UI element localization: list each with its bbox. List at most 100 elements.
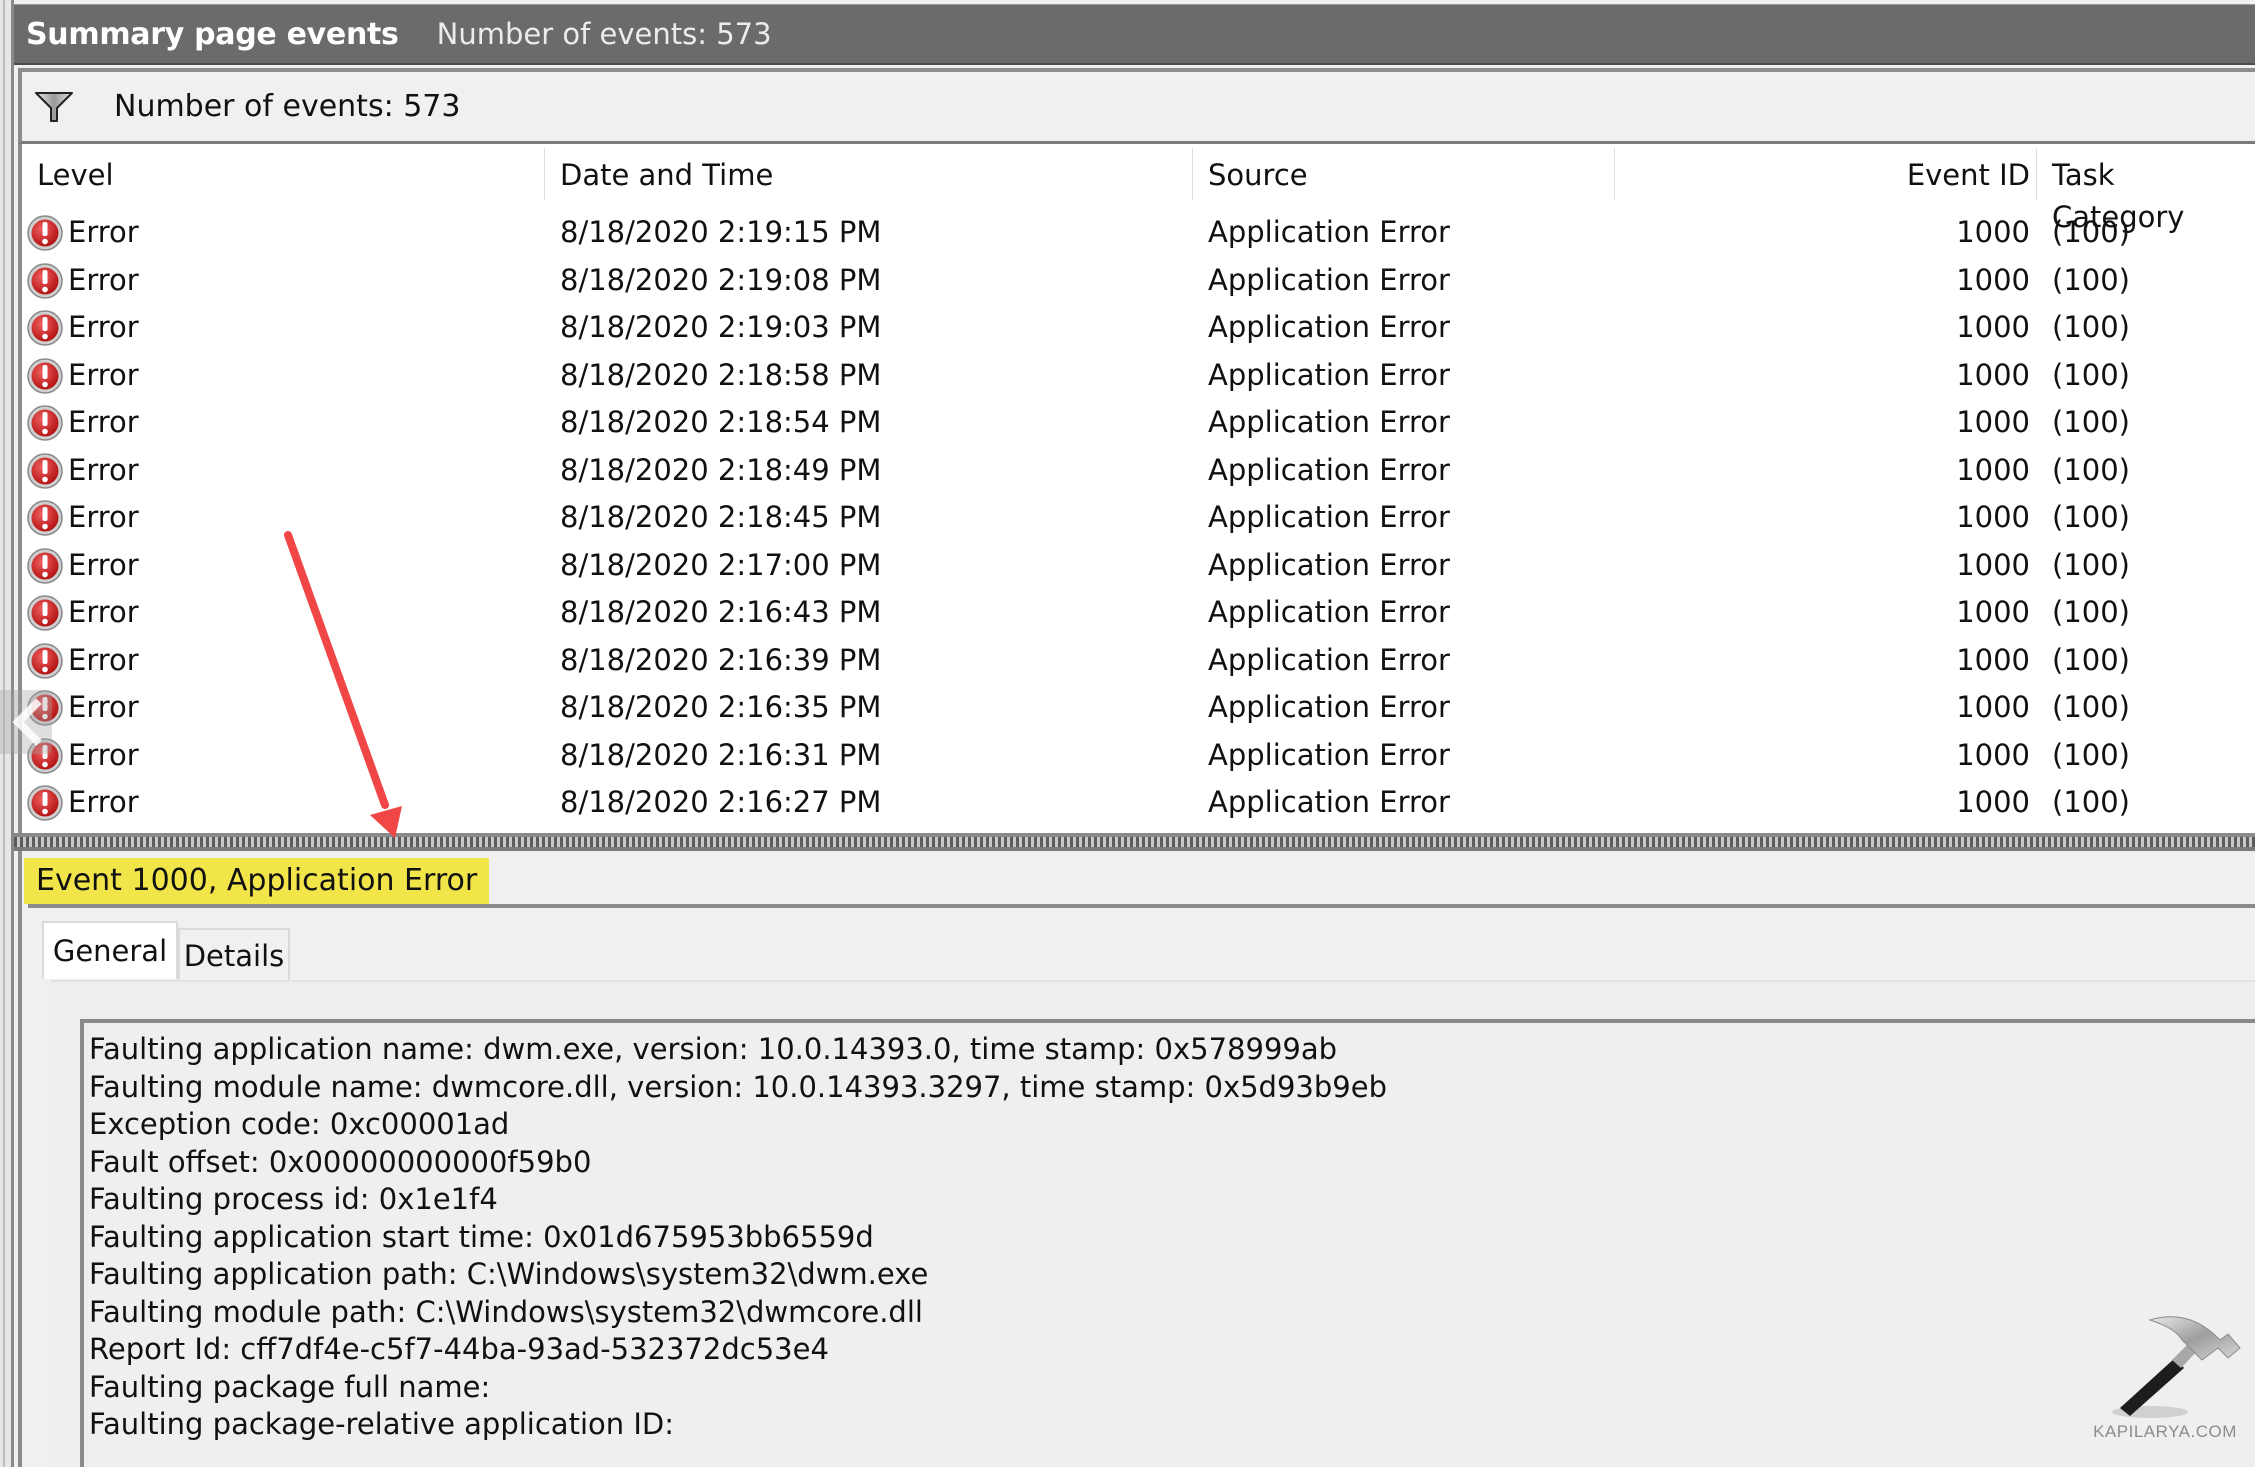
cell-event-id: 1000: [1956, 357, 2030, 392]
cell-event-id: 1000: [1956, 452, 2030, 487]
chevron-left-icon: [12, 698, 42, 746]
cell-event-id: 1000: [1956, 310, 2030, 344]
cell-event-id: 1000: [1956, 405, 2030, 439]
table-row[interactable]: Error 8/18/2020 2:19:15 PM Application Err…: [22, 209, 2255, 257]
title-divider: [28, 904, 2255, 908]
column-header-date-time[interactable]: Date and Time: [560, 154, 773, 196]
cell-date-time: 8/18/2020 2:17:00 PM: [560, 547, 882, 582]
error-icon: [27, 310, 63, 346]
column-divider[interactable]: [1192, 148, 1193, 200]
cell-level: Error: [68, 737, 139, 772]
event-description-textbox[interactable]: Faulting application name: dwm.exe, vers…: [80, 1019, 2255, 1467]
cell-date-time: 8/18/2020 2:18:54 PM: [560, 405, 882, 439]
cell-date-time: 8/18/2020 2:19:08 PM: [560, 262, 882, 297]
column-header-source[interactable]: Source: [1208, 154, 1308, 196]
cell-date-time: 8/18/2020 2:19:03 PM: [560, 310, 882, 344]
event-detail-title: Event 1000, Application Error: [24, 858, 490, 904]
table-row[interactable]: Error 8/18/2020 2:19:08 PM Application Err…: [22, 257, 2255, 305]
column-header-event-id[interactable]: Event ID: [1622, 154, 2030, 196]
filter-event-count: Number of events: 573: [114, 89, 461, 124]
table-row[interactable]: Error 8/18/2020 2:18:49 PM Application Err…: [22, 447, 2255, 495]
cell-event-id: 1000: [1956, 262, 2030, 297]
cell-source: Application Error: [1208, 642, 1450, 677]
cell-level: Error: [68, 357, 139, 392]
cell-event-id: 1000: [1956, 785, 2030, 819]
description-line: Faulting application name: dwm.exe, vers…: [89, 1032, 1338, 1066]
error-icon: [27, 595, 63, 631]
cell-task-category: (100): [2052, 452, 2130, 487]
cell-task-category: (100): [2052, 595, 2130, 629]
table-row[interactable]: Error 8/18/2020 2:19:03 PM Application Err…: [22, 304, 2255, 352]
previous-nav-button[interactable]: [0, 690, 52, 754]
cell-date-time: 8/18/2020 2:19:15 PM: [560, 215, 882, 249]
cell-level: Error: [68, 215, 139, 249]
cell-level: Error: [68, 785, 139, 819]
error-icon: [27, 452, 63, 489]
cell-source: Application Error: [1208, 595, 1450, 629]
pane-splitter[interactable]: [14, 833, 2255, 851]
description-line: Exception code: 0xc00001ad: [89, 1107, 510, 1141]
cell-level: Error: [68, 642, 139, 677]
table-row[interactable]: Error 8/18/2020 2:18:58 PM Application Err…: [22, 352, 2255, 400]
filter-icon[interactable]: [34, 90, 74, 124]
cell-event-id: 1000: [1956, 595, 2030, 629]
cell-date-time: 8/18/2020 2:16:39 PM: [560, 642, 882, 677]
description-line: Faulting application path: C:\Windows\sy…: [89, 1257, 929, 1291]
tab-general[interactable]: General: [42, 921, 178, 979]
description-line: Faulting process id: 0x1e1f4: [89, 1182, 498, 1216]
column-divider[interactable]: [544, 148, 545, 200]
cell-task-category: (100): [2052, 310, 2130, 344]
column-header-level[interactable]: Level: [37, 154, 114, 196]
cell-source: Application Error: [1208, 500, 1450, 534]
table-row[interactable]: Error 8/18/2020 2:16:31 PM Application Err…: [22, 732, 2255, 780]
cell-source: Application Error: [1208, 547, 1450, 582]
watermark: KAPILARYA.COM: [2080, 1300, 2250, 1450]
table-row[interactable]: Error 8/18/2020 2:16:43 PM Application Err…: [22, 589, 2255, 637]
table-row[interactable]: Error 8/18/2020 2:18:54 PM Application Err…: [22, 399, 2255, 447]
error-icon: [27, 215, 63, 251]
cell-task-category: (100): [2052, 405, 2130, 439]
column-divider[interactable]: [1614, 148, 1615, 200]
table-row[interactable]: Error 8/18/2020 2:17:00 PM Application Err…: [22, 542, 2255, 590]
cell-event-id: 1000: [1956, 690, 2030, 724]
grid-header: Level Date and Time Source Event ID Task…: [22, 144, 2255, 234]
cell-date-time: 8/18/2020 2:18:49 PM: [560, 452, 882, 487]
error-icon: [27, 500, 63, 536]
table-row[interactable]: Error 8/18/2020 2:16:27 PM Application Err…: [22, 779, 2255, 827]
description-line: Faulting package full name:: [89, 1369, 491, 1404]
cell-source: Application Error: [1208, 690, 1450, 724]
cell-task-category: (100): [2052, 262, 2130, 297]
cell-task-category: (100): [2052, 547, 2130, 582]
watermark-text: KAPILARYA.COM: [2093, 1422, 2237, 1441]
cell-date-time: 8/18/2020 2:18:58 PM: [560, 357, 882, 392]
cell-level: Error: [68, 690, 139, 724]
error-icon: [27, 642, 63, 679]
cell-level: Error: [68, 500, 139, 534]
cell-level: Error: [68, 310, 139, 344]
cell-level: Error: [68, 547, 139, 582]
column-divider[interactable]: [2036, 148, 2037, 200]
tab-details[interactable]: Details: [178, 928, 290, 980]
description-line: Faulting application start time: 0x01d67…: [89, 1219, 874, 1254]
cell-task-category: (100): [2052, 357, 2130, 392]
hammer-icon: [2112, 1316, 2241, 1418]
events-grid: Level Date and Time Source Event ID Task…: [18, 144, 2255, 833]
cell-date-time: 8/18/2020 2:18:45 PM: [560, 500, 882, 534]
summary-event-count: Number of events: 573: [436, 17, 772, 51]
cell-level: Error: [68, 452, 139, 487]
cell-task-category: (100): [2052, 737, 2130, 772]
cell-level: Error: [68, 405, 139, 439]
table-row[interactable]: Error 8/18/2020 2:16:35 PM Application Err…: [22, 684, 2255, 732]
table-row[interactable]: Error 8/18/2020 2:18:45 PM Application Err…: [22, 494, 2255, 542]
cell-date-time: 8/18/2020 2:16:31 PM: [560, 737, 882, 772]
column-header-task-category[interactable]: Task Category: [2052, 154, 2255, 234]
cell-level: Error: [68, 595, 139, 629]
error-icon: [27, 547, 63, 584]
error-icon: [27, 405, 63, 441]
cell-source: Application Error: [1208, 215, 1450, 249]
summary-title-bar: Summary page events Number of events: 57…: [14, 4, 2255, 65]
cell-source: Application Error: [1208, 262, 1450, 297]
cell-event-id: 1000: [1956, 737, 2030, 772]
table-row[interactable]: Error 8/18/2020 2:16:39 PM Application Err…: [22, 637, 2255, 685]
cell-task-category: (100): [2052, 500, 2130, 534]
